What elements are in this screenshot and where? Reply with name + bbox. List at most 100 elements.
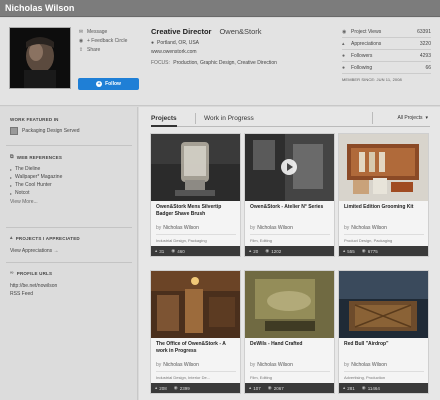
divider [250, 234, 330, 235]
project-stats: ▴ 281 ◉ 11464 [339, 383, 428, 393]
web-references-heading: ⧉ WEB REFERENCES [10, 154, 63, 160]
tab-projects[interactable]: Projects [151, 115, 177, 127]
stat-appreciations: ▴ Appreciations 3220 [342, 38, 431, 50]
profile-urls-heading: ∞ PROFILE URLS [10, 270, 53, 276]
focus: FOCUS: Production, Graphic Design, Creat… [151, 60, 277, 66]
project-card[interactable]: Limited Edition Grooming Kit by Nicholas … [338, 133, 429, 257]
follow-button[interactable]: + Follow [78, 78, 139, 90]
map-pin-icon: ● [151, 40, 155, 46]
project-title[interactable]: Owen&Stork Mens Silvertip Badger Shave B… [156, 204, 238, 217]
main-content: Projects Work in Progress All Projects ▾… [139, 107, 440, 400]
user-icon: ● [342, 52, 346, 59]
profile-actions: ✉ Message ◉ + Feedback Circle ⇪ Share [78, 27, 128, 54]
project-title[interactable]: Limited Edition Grooming Kit [344, 204, 426, 211]
thumbs-up-icon: ▴ [10, 235, 13, 241]
project-stats: ▴ 555 ◉ 6775 [339, 246, 428, 256]
project-card[interactable]: Owen&Stork - Atelier N° Series by Nichola… [244, 133, 335, 257]
project-title[interactable]: Owen&Stork - Atelier N° Series [250, 204, 332, 211]
project-fields: Industrial Design, Packaging [156, 238, 207, 243]
chevron-down-icon: ▾ [425, 115, 428, 121]
tab-divider [195, 113, 196, 124]
project-thumbnail[interactable] [339, 271, 428, 338]
thumbs-up-icon: ▴ [343, 248, 346, 253]
project-fields: Industrial Design, Interior De... [156, 375, 211, 380]
project-thumbnail[interactable] [245, 271, 334, 338]
profile-url-link[interactable]: http://be.net/nowilson [10, 282, 132, 290]
divider [344, 234, 424, 235]
project-stats: ▴ 31 ◉ 460 [151, 246, 240, 256]
project-filter-select[interactable]: All Projects ▾ [372, 112, 430, 124]
plus-icon: + [96, 81, 103, 87]
website-link[interactable]: www.owenstork.com [151, 49, 331, 55]
thumbs-up-icon: ▴ [342, 40, 345, 47]
eye-icon: ◉ [361, 248, 366, 253]
profile-header: ✉ Message ◉ + Feedback Circle ⇪ Share + … [0, 18, 440, 106]
location: ● Portland, OR, USA [151, 40, 199, 46]
project-title[interactable]: DeWils - Hand Crafted [250, 341, 332, 348]
project-stats: ▴ 20 ◉ 1202 [245, 246, 334, 256]
eye-icon: ◉ [265, 248, 270, 253]
view-appreciations-link[interactable]: View Appreciations → [10, 247, 132, 255]
eye-icon: ◉ [342, 28, 347, 35]
project-fields: Advertising, Production [344, 375, 386, 380]
top-bar: Nicholas Wilson [0, 0, 440, 17]
divider [6, 262, 132, 263]
divider [6, 145, 132, 146]
feedback-circle-action[interactable]: ◉ + Feedback Circle [78, 36, 128, 45]
profile-name: Nicholas Wilson [5, 3, 75, 13]
message-action[interactable]: ✉ Message [78, 27, 127, 36]
sidebar: WORK FEATURED IN Packaging Design Served… [0, 107, 138, 400]
appreciated-section: ▴ PROJECTS I APPRECIATED View Appreciati… [10, 235, 132, 255]
project-fields: Film, Editing [250, 238, 273, 243]
ref-link[interactable]: The Dieline [10, 165, 132, 173]
divider [156, 234, 236, 235]
project-title[interactable]: The Office of Owen&Stork - A work in Pro… [156, 341, 238, 354]
project-fields: Product Design, Packaging [344, 238, 393, 243]
featured-item[interactable]: Packaging Design Served [10, 127, 132, 135]
project-owner[interactable]: by Nicholas Wilson [250, 225, 293, 231]
thumbs-up-icon: ▴ [155, 248, 158, 253]
eye-icon: ◉ [171, 248, 176, 253]
project-thumbnail[interactable] [151, 271, 240, 338]
stat-followers[interactable]: ● Followers 4293 [342, 50, 431, 62]
ref-link[interactable]: Notcot [10, 189, 132, 197]
profile-info: Creative Director Owen&Stork ● Portland,… [151, 27, 331, 66]
user-check-icon: ● [342, 64, 346, 71]
appreciated-heading: ▴ PROJECTS I APPRECIATED [10, 235, 80, 241]
featured-logo-icon [10, 127, 18, 135]
project-card[interactable]: Red Bull "Airdrop" by Nicholas Wilson Adv… [338, 270, 429, 394]
project-thumbnail[interactable] [151, 134, 240, 201]
eye-icon: ◉ [361, 385, 366, 390]
share-action[interactable]: ⇪ Share [78, 45, 127, 54]
project-owner[interactable]: by Nicholas Wilson [344, 362, 387, 368]
external-link-icon: ⧉ [10, 154, 14, 160]
stat-following[interactable]: ● Following 66 [342, 62, 431, 74]
project-card[interactable]: Owen&Stork Mens Silvertip Badger Shave B… [150, 133, 241, 257]
view-more-link[interactable]: View More... [10, 199, 132, 205]
web-references-section: ⧉ WEB REFERENCES The Dieline Wallpaper* … [10, 154, 132, 205]
project-owner[interactable]: by Nicholas Wilson [156, 362, 199, 368]
project-stats: ▴ 208 ◉ 2399 [151, 383, 240, 393]
tab-work-in-progress[interactable]: Work in Progress [204, 115, 254, 122]
project-thumbnail[interactable] [245, 134, 334, 201]
project-card[interactable]: The Office of Owen&Stork - A work in Pro… [150, 270, 241, 394]
thumbs-up-icon: ▴ [343, 385, 346, 390]
divider [344, 371, 424, 372]
avatar[interactable] [9, 27, 71, 89]
project-owner[interactable]: by Nicholas Wilson [156, 225, 199, 231]
featured-heading: WORK FEATURED IN [10, 117, 59, 122]
thumbs-up-icon: ▴ [155, 385, 158, 390]
project-card[interactable]: DeWils - Hand Crafted by Nicholas Wilson … [244, 270, 335, 394]
ref-link[interactable]: Wallpaper* Magazine [10, 173, 132, 181]
occupation: Creative Director [151, 27, 212, 36]
ref-link[interactable]: The Cool Hunter [10, 181, 132, 189]
project-stats: ▴ 107 ◉ 2067 [245, 383, 334, 393]
rss-feed-link[interactable]: RSS Feed [10, 290, 132, 298]
project-owner[interactable]: by Nicholas Wilson [344, 225, 387, 231]
company-link[interactable]: Owen&Stork [219, 27, 261, 36]
project-owner[interactable]: by Nicholas Wilson [250, 362, 293, 368]
circle-plus-icon: ◉ [78, 37, 84, 44]
project-thumbnail[interactable] [339, 134, 428, 201]
project-title[interactable]: Red Bull "Airdrop" [344, 341, 426, 348]
link-icon: ∞ [10, 270, 14, 276]
